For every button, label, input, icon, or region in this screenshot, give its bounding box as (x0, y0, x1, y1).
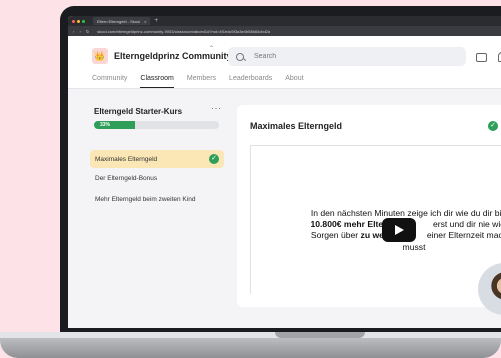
laptop-base-edge (0, 332, 501, 338)
new-tab-icon[interactable]: + (154, 18, 158, 24)
caption-line-3-pre: Sorgen über (310, 230, 361, 241)
progress-fill: 33% (94, 121, 136, 129)
browser-tab-bar: Eltern Elterngeld - Skool × + (68, 16, 501, 26)
minimize-window-icon[interactable] (77, 19, 80, 23)
classroom-content: Elterngeld Starter-Kurs ··· 33% Maximale… (68, 89, 501, 328)
maximize-window-icon[interactable] (82, 19, 85, 23)
play-button-icon[interactable] (382, 218, 416, 242)
tab-close-icon[interactable]: × (144, 19, 146, 24)
screen: Eltern Elterngeld - Skool × + ‹ › ↻ skoo… (68, 16, 501, 328)
close-window-icon[interactable] (72, 19, 75, 23)
course-title: Elterngeld Starter-Kurs (94, 107, 183, 116)
caption-line-1: In den nächsten Minuten zeige ich dir wi… (310, 208, 501, 218)
laptop-notch (275, 332, 365, 338)
lesson-label: Der Elterngeld-Bonus (95, 174, 158, 182)
browser-tab-title: Eltern Elterngeld - Skool (97, 18, 141, 24)
browser-tab[interactable]: Eltern Elterngeld - Skool × (93, 17, 151, 25)
tab-members[interactable]: Members (187, 75, 216, 89)
chevron-up-down-icon[interactable]: ⌃ ⌄ (209, 46, 214, 57)
browser-nav-icons[interactable]: ‹ › ↻ (73, 29, 91, 34)
chat-icon[interactable] (476, 53, 487, 62)
tab-leaderboards[interactable]: Leaderboards (229, 75, 272, 89)
caption-line-3-rest: einer Elternzeit machen (426, 230, 501, 241)
lesson-label: Mehr Elterngeld beim zweiten Kind (95, 195, 196, 203)
laptop-base (0, 332, 501, 358)
search-icon (236, 52, 244, 61)
caption-line-4: musst (402, 241, 426, 252)
tab-classroom[interactable]: Classroom (140, 75, 174, 89)
tab-about[interactable]: About (285, 75, 303, 89)
presenter-avatar (478, 263, 501, 315)
lesson-title: Maximales Elterngeld (250, 121, 343, 131)
community-logo[interactable]: 👑 (92, 48, 108, 64)
video-player[interactable]: In den nächsten Minuten zeige ich dir wi… (250, 145, 501, 315)
caption-line-2-rest: erst und dir nie wieder (432, 219, 501, 230)
lesson-item-elterngeld-bonus[interactable]: Der Elterngeld-Bonus (90, 169, 224, 187)
check-icon: ✓ (209, 154, 219, 164)
more-options-icon[interactable]: ··· (211, 103, 222, 113)
course-progress-bar: 33% (94, 121, 219, 129)
lesson-card: Maximales Elterngeld ✓ In den nächsten M… (237, 105, 501, 315)
url-text: skool.com/elterngeldprinz-community-9003… (97, 28, 271, 34)
community-nav: Community Classroom Members Leaderboards… (92, 75, 317, 89)
search-bar[interactable] (228, 47, 466, 66)
lesson-label: Maximales Elterngeld (95, 155, 158, 163)
lesson-item-zweites-kind[interactable]: Mehr Elterngeld beim zweiten Kind (90, 190, 224, 208)
lesson-complete-check-icon[interactable]: ✓ (488, 121, 498, 131)
search-input[interactable] (252, 52, 456, 61)
tab-community[interactable]: Community (92, 75, 127, 89)
lesson-item-maximales-elterngeld[interactable]: Maximales Elterngeld ✓ (90, 150, 224, 168)
crown-icon: 👑 (94, 51, 106, 61)
laptop-frame: Eltern Elterngeld - Skool × + ‹ › ↻ skoo… (60, 6, 501, 334)
address-bar[interactable]: ‹ › ↻ skool.com/elterngeldprinz-communit… (68, 26, 501, 36)
